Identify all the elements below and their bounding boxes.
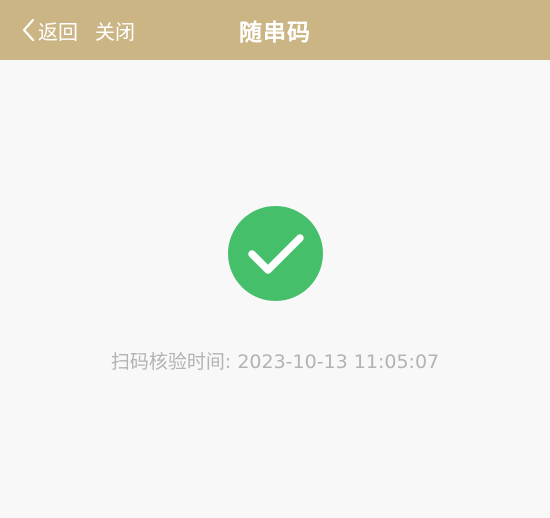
page-title: 随串码 [239, 20, 311, 46]
back-button[interactable]: 返回 [22, 0, 78, 60]
check-circle-icon [228, 206, 323, 301]
verify-time-text: 扫码核验时间: 2023-10-13 11:05:07 [0, 347, 550, 374]
close-button[interactable]: 关闭 [95, 0, 135, 60]
verify-time-label: 扫码核验时间: [110, 351, 238, 373]
nav-bar: 返回 关闭 随串码 [0, 0, 550, 60]
back-button-label: 返回 [38, 19, 78, 44]
verify-time-value: 2023-10-13 11:05:07 [237, 351, 440, 373]
chevron-left-icon [22, 18, 35, 42]
